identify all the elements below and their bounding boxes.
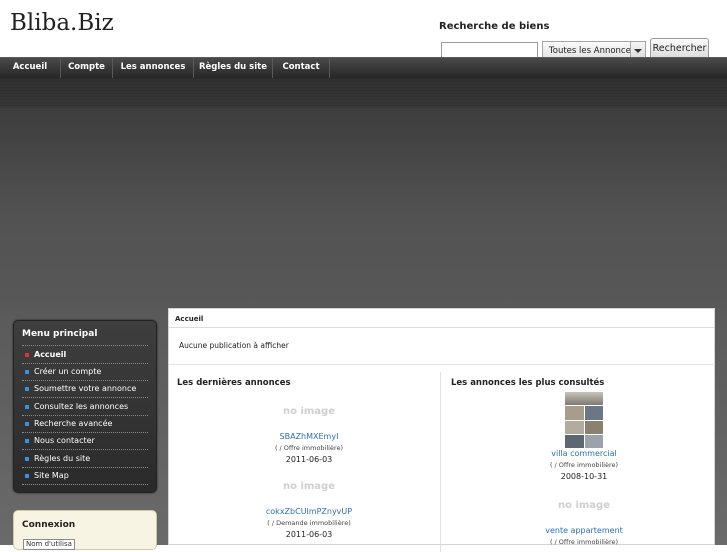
popular-listings-title: Les annonces les plus consultés [451,378,605,388]
bullet-icon [25,353,29,357]
listing-title-link[interactable]: villa commercial [454,449,714,458]
menu-divider [22,363,148,364]
search-title: Recherche de biens [439,21,550,32]
bullet-icon [25,439,29,443]
search-button[interactable]: Rechercher [650,38,709,59]
bullet-icon [25,405,29,409]
bullet-icon [25,474,29,478]
menu-divider [22,380,148,381]
banner-stripe [0,78,727,108]
nav-item-contact[interactable]: Contact [273,58,330,78]
menu-divider [22,345,148,346]
listing-item: no image SBAZhMXEmyI ( / Offre immobiliè… [179,406,439,464]
breadcrumb[interactable]: Accueil [175,315,203,323]
thumbnail-tile [584,406,603,420]
thumbnail-tile [565,434,584,448]
listing-type: ( / Offre immobilière) [274,444,344,452]
bullet-icon [25,387,29,391]
bullet-icon [25,370,29,374]
nav-item-annonces[interactable]: Les annonces [113,58,194,78]
listing-title-link[interactable]: vente appartement [454,526,714,535]
site-header: Bliba.Biz Recherche de biens Toutes les … [0,0,727,60]
listing-item: no image cokxZbCUlmPZnyvUP ( / Demande i… [179,481,439,539]
main-nav: Accueil Compte Les annonces Règles du si… [0,57,727,78]
bullet-icon [25,457,29,461]
menu-item-label: Recherche avancée [34,419,113,428]
menu-item-label: Consultez les annonces [34,402,129,411]
no-image-placeholder[interactable]: no image [454,500,714,513]
menu-item-label: Accueil [34,350,67,359]
listing-item: villa commercial ( / Offre immobilière) … [454,392,714,481]
column-divider [440,372,441,552]
listing-item: no image vente appartement ( / Offre imm… [454,500,714,546]
nav-item-regles[interactable]: Règles du site [194,58,273,78]
login-box: Connexion Nom d'utilisa [13,510,157,550]
menu-item-label: Site Map [34,471,69,480]
site-logo[interactable]: Bliba.Biz [10,10,114,36]
menu-divider [22,484,148,485]
menu-item-label: Nous contacter [34,436,95,445]
no-publication-text: Aucune publication à afficher [179,341,289,350]
thumbnail-tile [565,420,584,434]
listing-thumbnail[interactable] [565,392,603,448]
menu-divider [22,415,148,416]
no-image-placeholder[interactable]: no image [179,406,439,419]
bullet-icon [25,422,29,426]
menu-divider [22,467,148,468]
nav-item-accueil[interactable]: Accueil [0,58,61,78]
breadcrumb-divider [169,327,714,328]
menu-title: Menu principal [22,329,98,339]
menu-divider [22,432,148,433]
thumbnail-tile [584,420,603,434]
thumbnail-tile [584,434,603,448]
menu-divider [22,397,148,398]
latest-listings-title: Les dernières annonces [177,378,291,388]
menu-divider [22,449,148,450]
menu-item-label: Soumettre votre annonce [34,384,137,393]
listing-type: ( / Demande immobilière) [267,519,351,527]
listing-title-link[interactable]: cokxZbCUlmPZnyvUP [179,507,439,516]
menu-item-label: Règles du site [34,454,91,463]
main-menu: Menu principal Accueil Créer un compte S… [13,320,157,493]
section-divider [169,364,714,365]
listing-date: 2011-06-03 [285,455,333,464]
category-select-value: Toutes les Annonces [549,46,636,56]
thumbnail-tile [565,406,584,420]
main-content: Accueil Aucune publication à afficher Le… [168,308,715,552]
banner [0,78,727,308]
listing-date: 2008-10-31 [560,472,608,481]
no-image-placeholder[interactable]: no image [179,481,439,494]
menu-item-label: Créer un compte [34,367,102,376]
listing-type: ( / Offre immobilière) [549,461,619,469]
login-title: Connexion [22,520,76,530]
thumbnail-tile [565,392,603,406]
listing-date: 2011-06-03 [285,530,333,539]
listing-title-link[interactable]: SBAZhMXEmyI [179,432,439,441]
nav-item-compte[interactable]: Compte [61,58,113,78]
